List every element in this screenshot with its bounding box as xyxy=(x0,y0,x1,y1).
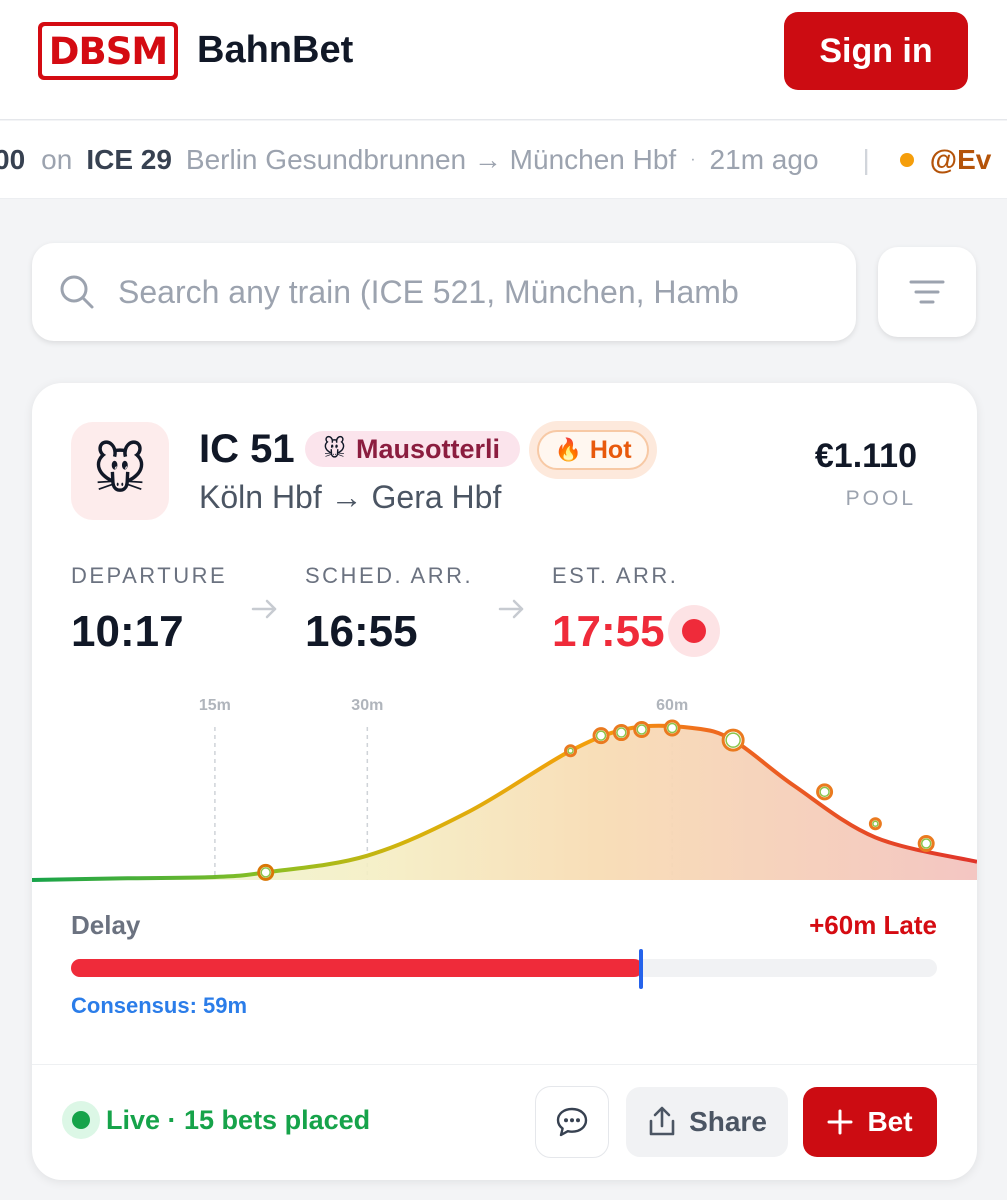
share-button[interactable]: Share xyxy=(626,1087,788,1157)
est-arrival-time: 17:55 xyxy=(552,607,665,656)
bet-ticker: 00 on ICE 29 Berlin Gesundbrunnen → Münc… xyxy=(0,121,1007,199)
hot-badge-label: Hot xyxy=(589,435,632,464)
fire-icon: 🔥 xyxy=(554,437,582,462)
filter-icon xyxy=(909,280,945,304)
mouse-icon: 🐭 xyxy=(323,436,346,461)
bet-label: Bet xyxy=(867,1106,913,1137)
sign-in-button[interactable]: Sign in xyxy=(784,12,968,90)
ticker-route: Berlin Gesundbrunnen → München Hbf xyxy=(185,144,677,175)
card-divider xyxy=(32,1064,977,1065)
comment-button[interactable] xyxy=(535,1086,609,1158)
train-card[interactable]: 🐭 IC 51 🐭 Mausotterli 🔥 Hot Köln Hbf → G… xyxy=(32,383,977,1180)
delay-label: Delay xyxy=(71,910,141,940)
ticker-time-ago: 21m ago xyxy=(709,144,819,175)
search-icon xyxy=(60,275,94,309)
consensus-label: Consensus: 59m xyxy=(71,993,248,1018)
search-input[interactable] xyxy=(118,265,828,319)
sched-arrival-label: SCHED. ARR. xyxy=(305,563,474,588)
late-indicator xyxy=(668,605,720,657)
departure-label: DEPARTURE xyxy=(71,563,228,588)
hot-badge: 🔥 Hot xyxy=(529,421,657,479)
live-status: Live · 15 bets placed xyxy=(106,1105,371,1135)
logo-text: DBSM xyxy=(48,29,168,73)
ticker-amount: 00 xyxy=(0,144,26,175)
delay-bar xyxy=(71,949,937,989)
arrow-right-icon xyxy=(251,599,277,619)
tick-label: 15m xyxy=(199,697,231,714)
pool-amount: €1.110 xyxy=(814,437,917,475)
plus-icon xyxy=(827,1109,853,1135)
tick-label: 30m xyxy=(351,697,383,714)
tick-label: 60m xyxy=(656,697,688,714)
ticker-divider: | xyxy=(862,144,870,175)
filter-button[interactable] xyxy=(878,247,976,337)
ticker-bullet-icon xyxy=(899,153,914,167)
delay-distribution-chart[interactable]: 15m 30m 60m xyxy=(32,683,977,888)
ticker-separator: · xyxy=(690,151,696,168)
live-indicator xyxy=(62,1101,100,1139)
ticker-user[interactable]: @Ev xyxy=(930,144,992,176)
bet-point[interactable] xyxy=(868,817,882,831)
app-header: DBSM BahnBet Sign in xyxy=(0,0,1007,120)
ticker-train[interactable]: ICE 29 xyxy=(86,144,172,176)
user-tag-label: Mausotterli xyxy=(355,433,500,464)
bet-point[interactable] xyxy=(564,744,578,758)
brand-logo[interactable]: DBSM xyxy=(38,22,178,80)
user-tag[interactable]: 🐭 Mausotterli xyxy=(305,431,520,467)
chat-bubble-icon xyxy=(556,1107,588,1137)
share-icon xyxy=(649,1106,675,1136)
distribution-area xyxy=(32,725,977,880)
brand-name: BahnBet xyxy=(197,29,354,71)
search-bar[interactable] xyxy=(32,243,856,341)
departure-time: 10:17 xyxy=(71,607,184,656)
delay-bar-fill xyxy=(71,959,643,977)
arrow-right-icon xyxy=(498,599,524,619)
est-arrival-label: EST. ARR. xyxy=(552,563,679,588)
bet-button[interactable]: Bet xyxy=(803,1087,937,1157)
delay-value: +60m Late xyxy=(809,910,937,940)
pool-label: POOL xyxy=(845,487,916,510)
mouse-icon: 🐭 xyxy=(92,442,148,500)
avatar: 🐭 xyxy=(71,422,169,520)
share-label: Share xyxy=(689,1106,767,1137)
sched-arrival-time: 16:55 xyxy=(305,607,418,656)
ticker-on: on xyxy=(41,144,73,175)
consensus-marker xyxy=(638,949,643,989)
train-number: IC 51 xyxy=(199,427,295,471)
train-route: Köln Hbf → Gera Hbf xyxy=(199,479,502,515)
